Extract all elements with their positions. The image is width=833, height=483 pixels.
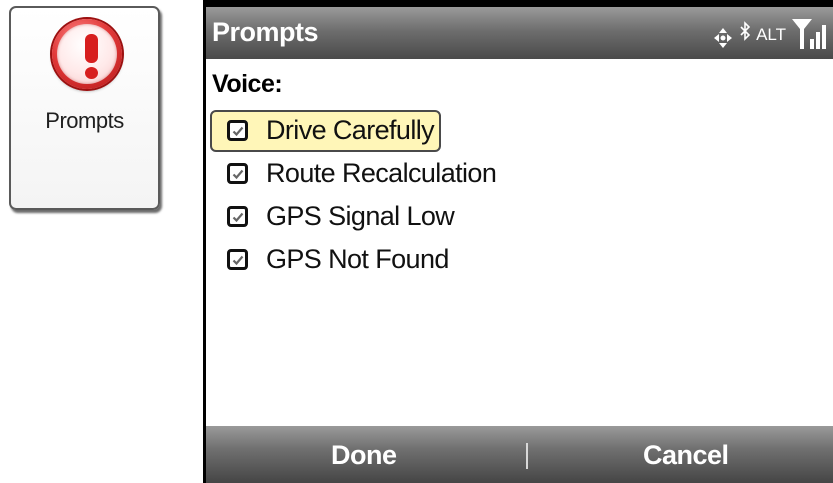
page-title: Prompts xyxy=(212,17,319,47)
signal-strength-icon xyxy=(792,19,826,49)
option-route-recalculation[interactable]: Route Recalculation xyxy=(210,152,610,195)
option-gps-not-found[interactable]: GPS Not Found xyxy=(210,238,610,281)
option-label: GPS Not Found xyxy=(266,244,449,274)
title-bar: Prompts ALT xyxy=(206,7,833,59)
option-gps-signal-low[interactable]: GPS Signal Low xyxy=(210,195,610,238)
screen-content-area: Prompts ALT Voice: Drive Carefully Route… xyxy=(206,7,833,483)
status-icons: ALT xyxy=(712,15,827,51)
app-tile-prompts[interactable]: Prompts xyxy=(9,6,160,210)
checkmark-icon xyxy=(232,126,243,136)
tile-label: Prompts xyxy=(45,108,124,133)
checkbox-route-recalculation[interactable] xyxy=(227,163,248,184)
section-label-voice: Voice: xyxy=(212,70,283,98)
option-drive-carefully[interactable]: Drive Carefully xyxy=(210,109,610,152)
checkmark-icon xyxy=(232,255,243,265)
device-screen: Prompts ALT Voice: Drive Carefully Route… xyxy=(203,0,833,483)
softkey-bar: Done Cancel xyxy=(206,426,833,483)
voice-options-list: Drive Carefully Route Recalculation GPS … xyxy=(210,109,610,281)
done-button[interactable]: Done xyxy=(331,440,397,471)
checkbox-gps-signal-low[interactable] xyxy=(227,206,248,227)
checkbox-drive-carefully[interactable] xyxy=(227,120,248,141)
cancel-button[interactable]: Cancel xyxy=(643,440,729,471)
checkmark-icon xyxy=(232,212,243,222)
softkey-divider xyxy=(526,443,528,469)
alt-indicator: ALT xyxy=(756,25,786,44)
bluetooth-icon xyxy=(740,21,751,41)
checkmark-icon xyxy=(232,169,243,179)
option-label: Route Recalculation xyxy=(266,158,497,188)
option-label: Drive Carefully xyxy=(266,115,435,145)
checkbox-gps-not-found[interactable] xyxy=(227,249,248,270)
option-label: GPS Signal Low xyxy=(266,201,455,231)
settings-content: Voice: Drive Carefully Route Recalculati… xyxy=(206,59,833,426)
connectivity-arrows-icon xyxy=(714,28,733,48)
exclamation-icon xyxy=(52,19,122,89)
